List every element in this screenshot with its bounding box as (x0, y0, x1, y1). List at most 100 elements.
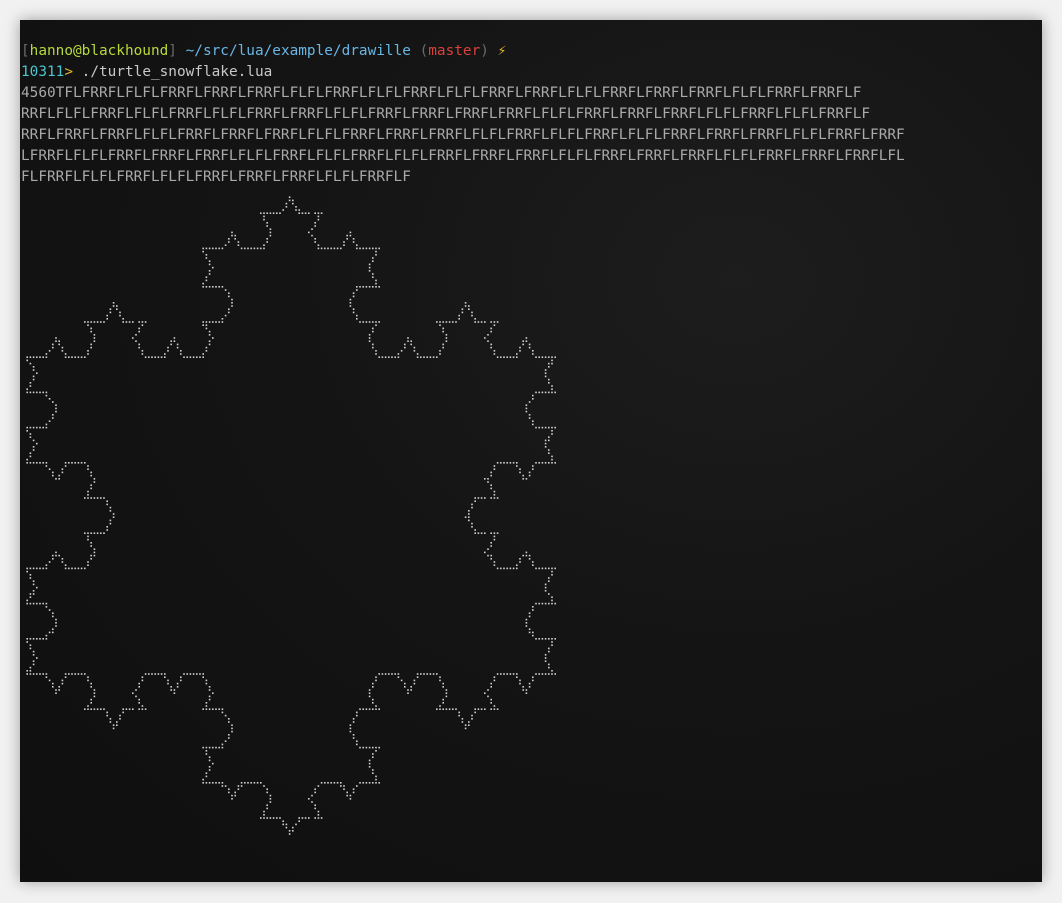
braille-dot (68, 356, 70, 358)
braille-dot (48, 561, 51, 563)
braille-dot (391, 356, 393, 358)
braille-dot (455, 708, 457, 710)
braille-dot (525, 478, 528, 480)
braille-dot (352, 721, 355, 723)
braille-dot (522, 554, 524, 557)
braille-dot (32, 378, 35, 381)
braille-dot (263, 810, 265, 813)
braille-dot (551, 670, 553, 672)
braille-dot (541, 602, 544, 605)
braille-dot (144, 356, 147, 358)
braille-dot (32, 663, 35, 666)
braille-dot (61, 471, 64, 474)
braille-dot (29, 602, 32, 605)
braille-dot (93, 497, 96, 499)
braille-dot (314, 807, 316, 810)
braille-dot (116, 721, 118, 723)
braille-dot (119, 718, 121, 720)
braille-dot (112, 724, 115, 726)
braille-dot (333, 247, 336, 250)
braille-dot (221, 782, 224, 784)
braille-dot (55, 404, 57, 406)
braille-dot (372, 686, 374, 688)
braille-dot (42, 673, 44, 675)
braille-dot (362, 247, 364, 250)
braille-dot (448, 708, 451, 710)
braille-dot (26, 391, 28, 394)
braille-dot (474, 318, 476, 320)
braille-dot (503, 462, 505, 464)
braille-dot (266, 212, 268, 214)
terminal-window[interactable]: [hanno@blackhound] ~/src/lua/example/dra… (20, 20, 1042, 882)
braille-dot (192, 356, 195, 358)
braille-dot (151, 356, 153, 358)
braille-dot (231, 234, 233, 237)
braille-dot (109, 510, 112, 512)
braille-dot (490, 474, 492, 477)
braille-dot (490, 702, 492, 704)
braille-dot (375, 676, 377, 678)
braille-dot (372, 273, 374, 275)
braille-dot (266, 807, 268, 810)
braille-dot (90, 698, 92, 701)
braille-dot (343, 785, 345, 787)
braille-dot (314, 804, 316, 806)
braille-dot (138, 330, 140, 333)
braille-dot (36, 638, 38, 640)
braille-dot (247, 247, 249, 250)
braille-dot (93, 481, 96, 483)
braille-dot (375, 286, 377, 288)
braille-dot (32, 375, 35, 378)
braille-dot (378, 321, 380, 323)
braille-dot (231, 794, 233, 797)
braille-dot (87, 468, 89, 470)
braille-dot (170, 343, 172, 346)
braille-dot (516, 356, 518, 358)
braille-dot (32, 439, 35, 442)
braille-dot (458, 314, 460, 317)
braille-dot (141, 324, 144, 326)
braille-dot (282, 820, 284, 822)
braille-dot (375, 250, 377, 253)
command-line[interactable]: 10311> ./turtle_snowflake.lua (21, 62, 272, 83)
braille-dot (468, 305, 470, 307)
prompt-user-host: hanno@blackhound (29, 43, 169, 59)
braille-dot (135, 340, 137, 342)
braille-dot (461, 721, 464, 723)
braille-dot (282, 823, 284, 826)
braille-dot (32, 602, 35, 605)
braille-dot (346, 234, 348, 237)
braille-dot (343, 241, 345, 243)
braille-dot (490, 321, 492, 323)
braille-dot (388, 356, 390, 358)
braille-dot (228, 737, 230, 739)
braille-dot (55, 692, 57, 694)
braille-dot (112, 302, 115, 304)
braille-dot (125, 708, 128, 710)
braille-dot (496, 567, 499, 570)
braille-dot (183, 356, 185, 358)
braille-dot (285, 202, 288, 205)
braille-dot (266, 222, 268, 224)
braille-dot (439, 705, 441, 707)
braille-dot (157, 356, 160, 358)
braille-dot (375, 708, 377, 710)
braille-dot (141, 353, 144, 355)
braille-dot (68, 462, 70, 464)
braille-dot (279, 212, 281, 214)
braille-dot (90, 484, 92, 486)
braille-dot (509, 567, 512, 570)
braille-dot (263, 244, 265, 246)
braille-dot (372, 327, 374, 330)
braille-dot (64, 673, 67, 675)
braille-dot (90, 330, 92, 333)
braille-dot (368, 286, 371, 288)
braille-dot (71, 673, 73, 675)
braille-dot (263, 814, 265, 816)
braille-dot (308, 212, 310, 214)
braille-dot (423, 356, 425, 358)
prompt-bracket-close: ] (168, 43, 177, 59)
braille-dot (452, 708, 454, 710)
braille-dot (173, 337, 176, 339)
braille-dot (532, 676, 534, 678)
